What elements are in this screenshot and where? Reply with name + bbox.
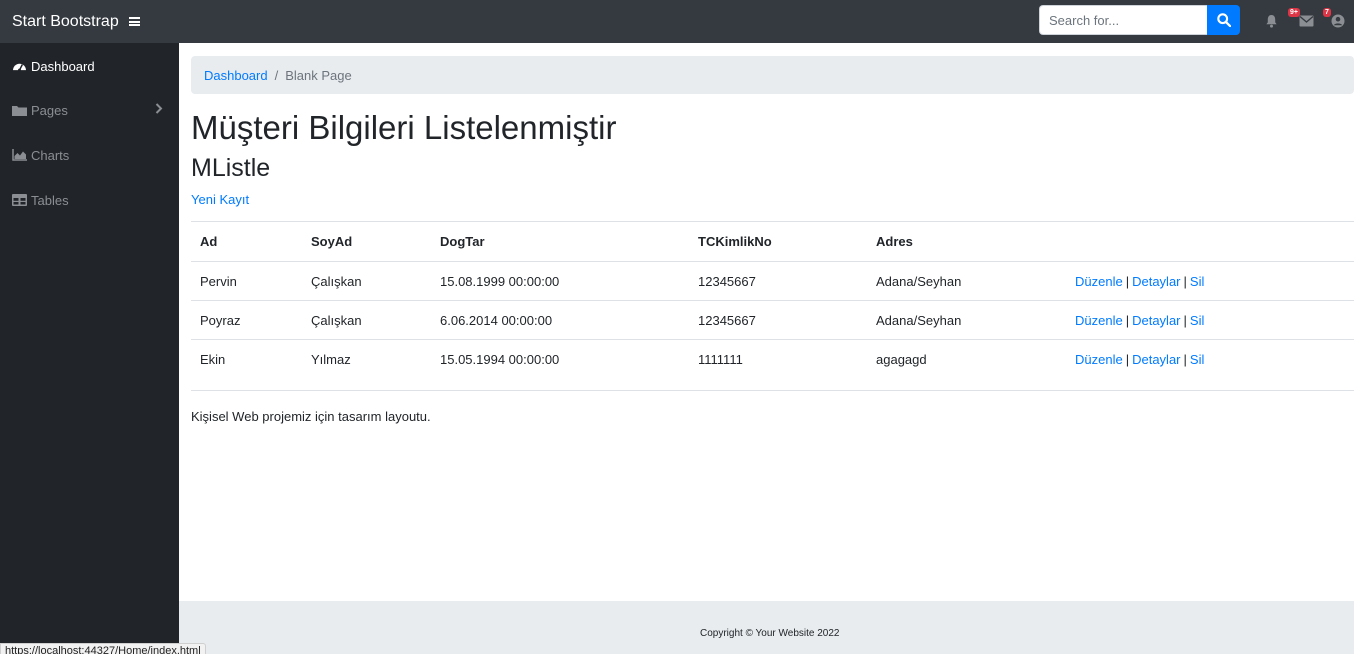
footer: Copyright © Your Website 2022 (179, 601, 1354, 654)
delete-link[interactable]: Sil (1190, 313, 1204, 328)
folder-icon (12, 103, 28, 117)
details-link[interactable]: Detaylar (1132, 352, 1180, 367)
action-separator: | (1125, 312, 1130, 328)
cell-tckimlikno: 1111111 (689, 339, 867, 379)
sidebar-item-pages[interactable]: Pages (0, 92, 179, 128)
action-separator: | (1125, 273, 1130, 289)
breadcrumb: Dashboard / Blank Page (191, 56, 1354, 94)
cell-dogtar: 15.08.1999 00:00:00 (440, 273, 560, 289)
copyright-text: Copyright © Your Website 2022 (700, 628, 840, 639)
cell-ad: Poyraz (191, 300, 302, 340)
user-dropdown[interactable] (1329, 12, 1347, 30)
messages-dropdown[interactable] (1297, 12, 1315, 30)
column-header: SoyAd (302, 221, 431, 262)
page-title: Müşteri Bilgileri Listelenmiştir (191, 109, 617, 146)
table-icon (12, 193, 28, 207)
action-separator: | (1183, 273, 1187, 289)
edit-link[interactable]: Düzenle (1075, 313, 1123, 328)
area-chart-icon (12, 148, 28, 162)
search-input[interactable] (1039, 5, 1207, 35)
brand-link[interactable]: Start Bootstrap (12, 13, 119, 31)
column-header (1066, 221, 1354, 262)
sidebar-item-label: Dashboard (31, 58, 95, 74)
delete-link[interactable]: Sil (1190, 274, 1204, 289)
breadcrumb-separator: / (274, 67, 279, 83)
user-circle-icon (1331, 14, 1345, 28)
cell-ad: Pervin (200, 273, 237, 289)
top-navbar: Start Bootstrap 9+ 7 (0, 0, 1354, 43)
breadcrumb-current: Blank Page (285, 67, 352, 83)
search-form (1039, 5, 1240, 35)
table-bottom-divider (191, 390, 1354, 391)
customer-table: Ad SoyAd DogTar TCKimlikNo Adres Pervin … (191, 221, 1354, 379)
cell-adres: agagagd (867, 339, 1066, 379)
search-button[interactable] (1207, 5, 1240, 35)
row-actions: Düzenle | Detaylar | Sil (1066, 339, 1354, 379)
sidebar-item-charts[interactable]: Charts (0, 137, 179, 173)
cell-soyad: Çalışkan (311, 273, 362, 289)
cell-dogtar: 6.06.2014 00:00:00 (431, 300, 689, 340)
sidebar-toggle-icon[interactable] (128, 17, 140, 26)
cell-tckimlikno: 12345667 (698, 273, 756, 289)
breadcrumb-dashboard-link[interactable]: Dashboard (204, 68, 268, 83)
cell-soyad: Yılmaz (302, 339, 431, 379)
edit-link[interactable]: Düzenle (1075, 274, 1123, 289)
status-url-bar: https://localhost:44327/Home/index.html (0, 643, 206, 654)
footer-note: Kişisel Web projemiz için tasarım layout… (191, 409, 431, 424)
cell-adres: Adana/Seyhan (867, 300, 1066, 340)
column-header: Adres (867, 221, 1066, 262)
delete-link[interactable]: Sil (1190, 352, 1204, 367)
page-subtitle: MListle (191, 154, 271, 182)
column-header: TCKimlikNo (689, 221, 867, 262)
new-record-link[interactable]: Yeni Kayıt (191, 192, 249, 207)
main-content: Dashboard / Blank Page Müşteri Bilgileri… (179, 43, 1354, 601)
row-actions: Düzenle | Detaylar | Sil (1066, 300, 1354, 340)
sidebar-item-dashboard[interactable]: Dashboard (0, 48, 179, 84)
edit-link[interactable]: Düzenle (1075, 352, 1123, 367)
column-header: Ad (191, 221, 302, 262)
sidebar: Dashboard Pages Charts Tables (0, 43, 179, 654)
table-row: Poyraz Çalışkan 6.06.2014 00:00:00 12345… (191, 300, 1354, 340)
sidebar-item-label: Charts (31, 147, 70, 163)
sidebar-item-label: Pages (31, 102, 68, 118)
cell-adres: Adana/Seyhan (876, 273, 962, 289)
sidebar-item-label: Tables (31, 192, 69, 208)
search-icon (1216, 13, 1231, 27)
envelope-icon (1299, 15, 1313, 27)
alerts-dropdown[interactable] (1262, 12, 1280, 30)
table-header-row: Ad SoyAd DogTar TCKimlikNo Adres (191, 221, 1354, 262)
action-separator: | (1125, 351, 1130, 367)
details-link[interactable]: Detaylar (1132, 274, 1180, 289)
cell-tckimlikno: 12345667 (689, 300, 867, 340)
tachometer-icon (12, 59, 28, 73)
sidebar-item-tables[interactable]: Tables (0, 182, 179, 218)
table-row: Pervin Çalışkan 15.08.1999 00:00:00 1234… (191, 262, 1354, 301)
cell-ad: Ekin (191, 339, 302, 379)
action-separator: | (1183, 312, 1187, 328)
action-separator: | (1183, 351, 1187, 367)
chevron-right-icon (155, 102, 163, 117)
row-actions: Düzenle | Detaylar | Sil (1066, 262, 1354, 301)
column-header: DogTar (431, 221, 689, 262)
details-link[interactable]: Detaylar (1132, 313, 1180, 328)
cell-soyad: Çalışkan (302, 300, 431, 340)
cell-dogtar: 15.05.1994 00:00:00 (431, 339, 689, 379)
bell-icon (1265, 14, 1277, 28)
table-row: Ekin Yılmaz 15.05.1994 00:00:00 1111111 … (191, 339, 1354, 379)
